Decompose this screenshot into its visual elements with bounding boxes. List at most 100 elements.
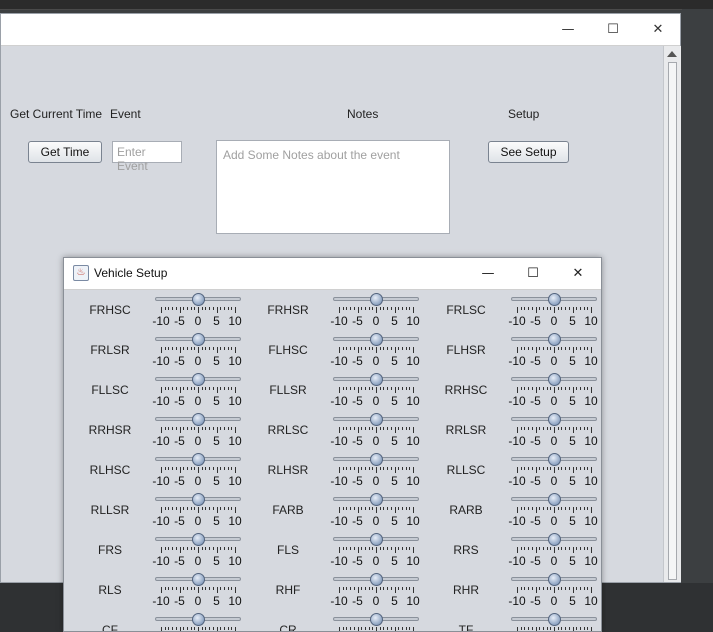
slider-tick [168,467,170,470]
slider-knob[interactable] [191,293,205,306]
slider-rls[interactable]: -10 -5 0 5 10 [152,572,243,612]
maximize-button[interactable]: ☐ [590,14,636,45]
slider-cf[interactable]: -10-50510 [153,612,243,631]
slider-flhsc[interactable]: -10 -5 0 5 10 [330,332,421,372]
slider-tick [409,587,411,590]
slider-knob[interactable] [547,453,561,466]
slider-rlhsr[interactable]: -10 -5 0 5 10 [330,452,421,492]
slider-knob[interactable] [547,493,561,506]
slider-knob[interactable] [547,293,561,306]
slider-tick [394,347,396,353]
slider-rarb[interactable]: -10 -5 0 5 10 [508,492,599,532]
slider-tick [546,627,548,630]
close-icon: ✕ [572,266,584,281]
scrollbar-thumb[interactable] [668,62,677,580]
slider-knob[interactable] [369,293,383,306]
slider-tick-label: -10 [330,594,348,608]
slider-tick [554,347,555,353]
slider-tick [528,427,530,430]
slider-fllsr[interactable]: -10 -5 0 5 10 [330,372,421,412]
slider-knob[interactable] [369,453,383,466]
slider-knob[interactable] [547,413,561,426]
slider-knob[interactable] [191,413,205,426]
dialog-minimize-button[interactable]: — [465,258,511,289]
slider-knob[interactable] [369,413,383,426]
slider-knob[interactable] [369,613,383,626]
slider-tick-label: -10 [152,554,170,568]
slider-knob[interactable] [547,573,561,586]
slider-tick [572,467,574,473]
slider-tick [531,587,533,590]
slider-frlsr[interactable]: -10 -5 0 5 10 [152,332,243,372]
slider-knob[interactable] [547,373,561,386]
slider-tick [172,507,174,510]
slider-knob[interactable] [369,373,383,386]
dialog-close-button[interactable]: ✕ [555,258,601,289]
slider-farb[interactable]: -10 -5 0 5 10 [330,492,421,532]
slider-tick [209,347,211,350]
slider-rrs[interactable]: -10 -5 0 5 10 [508,532,599,572]
slider-tick [164,427,166,430]
slider-tick-label: 5 [391,554,398,568]
slider-rlhsc[interactable]: -10 -5 0 5 10 [152,452,243,492]
main-vertical-scrollbar[interactable] [663,46,681,582]
slider-rllsc[interactable]: -10 -5 0 5 10 [508,452,599,492]
slider-knob[interactable] [191,493,205,506]
slider-rrhsc[interactable]: -10 -5 0 5 10 [508,372,599,412]
slider-knob[interactable] [547,613,561,626]
slider-tick-label: -5 [174,594,185,608]
slider-knob[interactable] [191,573,205,586]
slider-fllsc[interactable]: -10 -5 0 5 10 [152,372,243,412]
slider-flhsr[interactable]: -10 -5 0 5 10 [508,332,599,372]
slider-rhf[interactable]: -10 -5 0 5 10 [330,572,421,612]
slider-tick [583,587,585,590]
slider-tick [353,547,355,550]
scroll-up-icon[interactable] [667,51,677,57]
slider-cr[interactable]: -10-50510 [331,612,421,631]
slider-tick [190,387,192,390]
dialog-maximize-button[interactable]: ☐ [510,258,556,289]
slider-knob[interactable] [369,493,383,506]
minimize-button[interactable]: — [545,14,591,45]
slider-frhsr[interactable]: -10 -5 0 5 10 [330,292,421,332]
slider-tf[interactable]: -10-50510 [509,612,599,631]
dialog-title-bar[interactable]: ♨ Vehicle Setup — ☐ ✕ [64,258,601,290]
slider-tick [394,467,396,473]
get-time-button[interactable]: Get Time [28,141,102,163]
slider-knob[interactable] [191,533,205,546]
notes-textarea[interactable]: Add Some Notes about the event [216,140,450,234]
slider-tick [405,307,407,310]
slider-tick [361,307,363,310]
slider-rrlsr[interactable]: -10 -5 0 5 10 [508,412,599,452]
see-setup-button[interactable]: See Setup [488,141,569,163]
slider-knob[interactable] [547,533,561,546]
slider-knob[interactable] [191,613,205,626]
slider-tick-label: 5 [391,434,398,448]
slider-rrlsc[interactable]: -10 -5 0 5 10 [330,412,421,452]
slider-rrhsr[interactable]: -10 -5 0 5 10 [152,412,243,452]
slider-fls[interactable]: -10 -5 0 5 10 [330,532,421,572]
slider-tick [190,507,192,510]
event-input[interactable]: Enter Event [112,141,182,173]
slider-tick-label: -10 [330,474,348,488]
slider-tick [557,507,559,510]
slider-knob[interactable] [369,573,383,586]
slider-tick [535,547,537,553]
slider-knob[interactable] [191,453,205,466]
slider-tick [194,427,196,430]
slider-knob[interactable] [369,533,383,546]
slider-knob[interactable] [191,373,205,386]
slider-knob[interactable] [191,333,205,346]
slider-frlsc[interactable]: -10 -5 0 5 10 [508,292,599,332]
slider-rhr[interactable]: -10 -5 0 5 10 [508,572,599,612]
slider-knob[interactable] [369,333,383,346]
slider-tick [587,307,589,310]
slider-knob[interactable] [547,333,561,346]
slider-rllsr[interactable]: -10 -5 0 5 10 [152,492,243,532]
close-button[interactable]: ✕ [635,14,681,45]
slider-label-frlsr: FRLSR [90,343,130,357]
slider-tick [565,507,567,510]
main-title-bar[interactable]: — ☐ ✕ [1,14,680,46]
slider-frhsc[interactable]: -10 -5 0 5 10 [152,292,243,332]
slider-frs[interactable]: -10 -5 0 5 10 [152,532,243,572]
